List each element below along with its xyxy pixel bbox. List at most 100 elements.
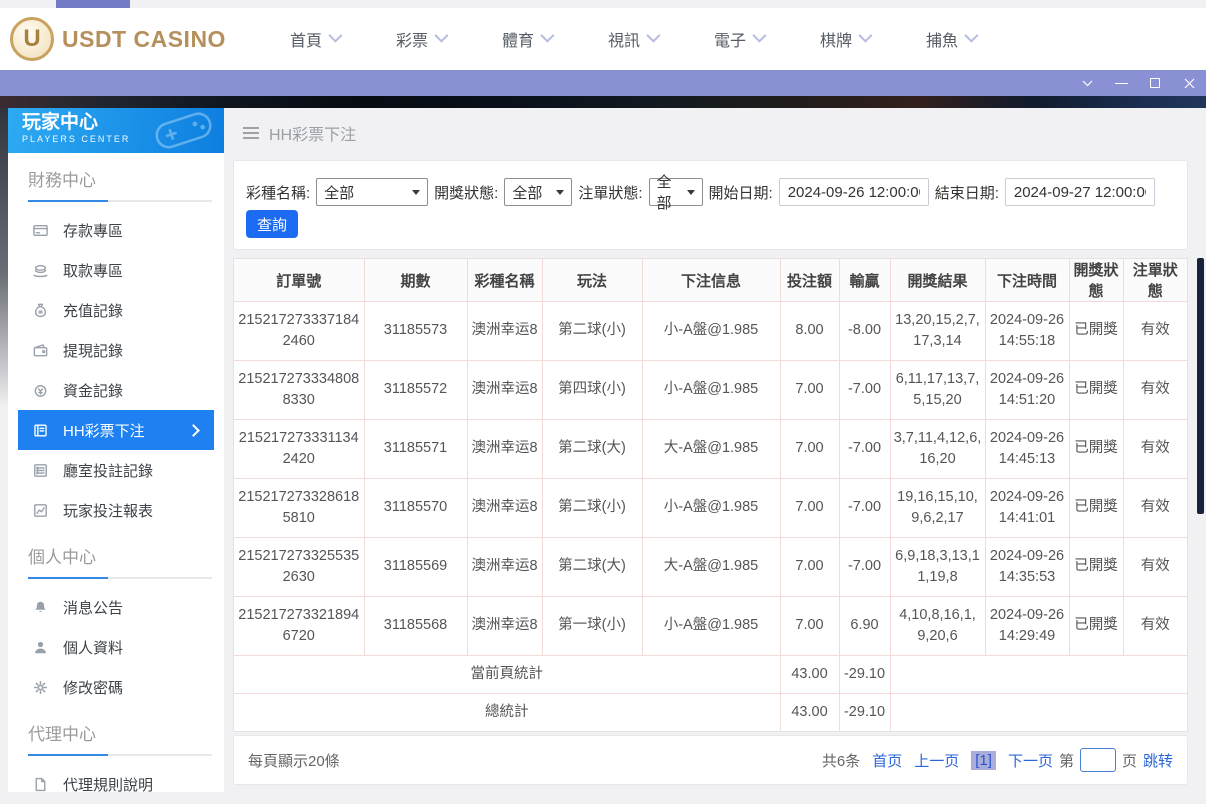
sidebar-item-label: 廳室投註記錄	[63, 462, 154, 480]
scrollbar-thumb[interactable]	[1197, 258, 1204, 514]
cell-play: 第二球(小)	[541, 301, 643, 361]
chevron-down-icon	[646, 28, 661, 43]
nav-label: 彩票	[395, 33, 428, 50]
start-date-label: 開始日期:	[708, 184, 773, 202]
brand-logo-letter: U	[23, 25, 41, 52]
cell-order-status: 有效	[1122, 301, 1187, 361]
jump-page-input[interactable]	[1079, 748, 1116, 772]
cell-order: 2152172733348088330	[234, 360, 365, 420]
caret-down-icon	[412, 189, 421, 195]
minimize-button[interactable]	[1104, 70, 1138, 96]
window-titlebar	[0, 70, 1206, 96]
window-chevron-button[interactable]	[1070, 70, 1104, 96]
report-chart-icon	[32, 502, 49, 519]
nav-item-lottery[interactable]: 彩票	[395, 27, 449, 51]
sidebar-item-funds-record[interactable]: 資金記錄	[18, 370, 214, 410]
sidebar-item-withdraw-area[interactable]: 取款專區	[18, 250, 214, 290]
page-summary-row: 當前頁統計 43.00 -29.10	[234, 655, 1187, 694]
section-divider	[28, 754, 212, 756]
per-page-text: 每頁顯示20條	[248, 752, 340, 770]
sidebar-item-label: 玩家投注報表	[63, 502, 154, 520]
sidebar-item-profile[interactable]: 個人資料	[18, 627, 214, 667]
cell-time: 2024-09-26 14:29:49	[984, 596, 1070, 656]
cell-order: 2152172733286185810	[234, 478, 365, 538]
cell-result: 4,10,8,16,1,9,20,6	[889, 596, 986, 656]
cell-period: 31185571	[363, 419, 468, 479]
main-content: HH彩票下注 彩種名稱: 全部 開獎狀態: 全部 注單狀態: 全部 開始日期: …	[232, 108, 1196, 792]
sidebar-item-hall-bet-record[interactable]: 廳室投註記錄	[18, 450, 214, 490]
sidebar-item-change-password[interactable]: 修改密碼	[18, 667, 214, 707]
cell-winloss: -7.00	[838, 419, 891, 479]
sidebar-item-hh-lottery-bets[interactable]: HH彩票下注	[18, 410, 214, 450]
cell-lottery: 澳洲幸运8	[466, 419, 543, 479]
cell-result: 13,20,15,2,7,17,3,14	[889, 301, 986, 361]
coin-icon	[32, 382, 49, 399]
close-button[interactable]	[1172, 70, 1206, 96]
filter-panel: 彩種名稱: 全部 開獎狀態: 全部 注單狀態: 全部 開始日期: 結束日期: 查…	[233, 160, 1188, 250]
prev-page-link[interactable]: 上一页	[914, 750, 959, 771]
nav-item-egames[interactable]: 電子	[714, 27, 767, 51]
sidebar-item-player-bet-report[interactable]: 玩家投注報表	[18, 490, 214, 530]
page-summary-label: 當前頁統計	[234, 655, 781, 694]
hamburger-icon[interactable]	[242, 126, 260, 140]
cell-info: 小-A盤@1.985	[641, 301, 781, 361]
table-row: 2152172733311342420 31185571 澳洲幸运8 第二球(大…	[234, 419, 1187, 479]
col-header-period: 期數	[363, 259, 468, 302]
sidebar-item-agent-rules[interactable]: 代理規則說明	[18, 764, 214, 804]
chevron-down-icon	[540, 28, 555, 43]
table-row: 2152172733348088330 31185572 澳洲幸运8 第四球(小…	[234, 360, 1187, 420]
start-date-input[interactable]	[778, 178, 929, 206]
maximize-button[interactable]	[1138, 70, 1172, 96]
brand-name: USDT CASINO	[62, 25, 226, 52]
sidebar-item-deposit-area[interactable]: 存款專區	[18, 210, 214, 250]
first-page-link[interactable]: 首页	[872, 750, 902, 771]
chevron-down-icon	[752, 28, 767, 43]
next-page-link[interactable]: 下一页	[1008, 750, 1053, 771]
col-header-info: 下注信息	[641, 259, 781, 302]
cell-winloss: -7.00	[838, 537, 891, 597]
jump-suffix-text: 页	[1121, 752, 1137, 770]
sidebar-header: 玩家中心 PLAYERS CENTER	[8, 108, 224, 153]
nav-label: 電子	[714, 33, 747, 50]
sidebar-item-withdrawal-record[interactable]: 提現記錄	[18, 330, 214, 370]
caret-down-icon	[556, 189, 565, 195]
col-header-time: 下注時間	[984, 259, 1070, 302]
cell-time: 2024-09-26 14:55:18	[984, 301, 1070, 361]
nav-label: 體育	[501, 33, 534, 50]
nav-item-sports[interactable]: 體育	[501, 27, 555, 51]
brand-logo-icon: U	[10, 17, 54, 61]
search-button[interactable]: 查詢	[246, 210, 298, 238]
browser-tab-sliver	[56, 0, 130, 8]
order-status-select[interactable]: 全部	[648, 174, 703, 212]
background-photo-strip	[0, 96, 1206, 108]
nav-item-video[interactable]: 視訊	[608, 27, 661, 51]
col-header-order: 訂單號	[234, 259, 365, 302]
sidebar-item-label: 個人資料	[63, 639, 124, 657]
nav-item-boardgames[interactable]: 棋牌	[820, 27, 873, 51]
nav-item-home[interactable]: 首頁	[290, 27, 343, 51]
current-page-indicator[interactable]: [1]	[971, 750, 996, 770]
sidebar-item-recharge-record[interactable]: 充值記錄	[18, 290, 214, 330]
lottery-select[interactable]: 全部	[316, 178, 429, 206]
lottery-select-value: 全部	[324, 184, 355, 202]
cell-draw-status: 已開獎	[1068, 537, 1124, 597]
document-icon	[32, 776, 49, 793]
page-summary-amount: 43.00	[779, 655, 840, 694]
sidebar-item-label: 代理規則說明	[63, 776, 154, 794]
sidebar-item-label: 充值記錄	[63, 302, 124, 320]
cell-period: 31185568	[363, 596, 468, 656]
cell-period: 31185569	[363, 537, 468, 597]
cell-draw-status: 已開獎	[1068, 596, 1124, 656]
chevron-down-icon	[328, 28, 343, 43]
draw-status-select[interactable]: 全部	[504, 178, 573, 206]
page-summary-empty	[889, 655, 1187, 694]
cell-info: 大-A盤@1.985	[641, 537, 781, 597]
sidebar-item-announcements[interactable]: 消息公告	[18, 587, 214, 627]
jump-link[interactable]: 跳转	[1143, 750, 1173, 771]
nav-item-fishing[interactable]: 捕魚	[926, 27, 979, 51]
cell-amount: 7.00	[779, 596, 840, 656]
end-date-input[interactable]	[1004, 178, 1155, 206]
col-header-play: 玩法	[541, 259, 643, 302]
table-header-row: 訂單號 期數 彩種名稱 玩法 下注信息 投注額 輸贏 開獎結果 下注時間 開獎狀…	[234, 259, 1187, 302]
cell-play: 第二球(小)	[541, 478, 643, 538]
